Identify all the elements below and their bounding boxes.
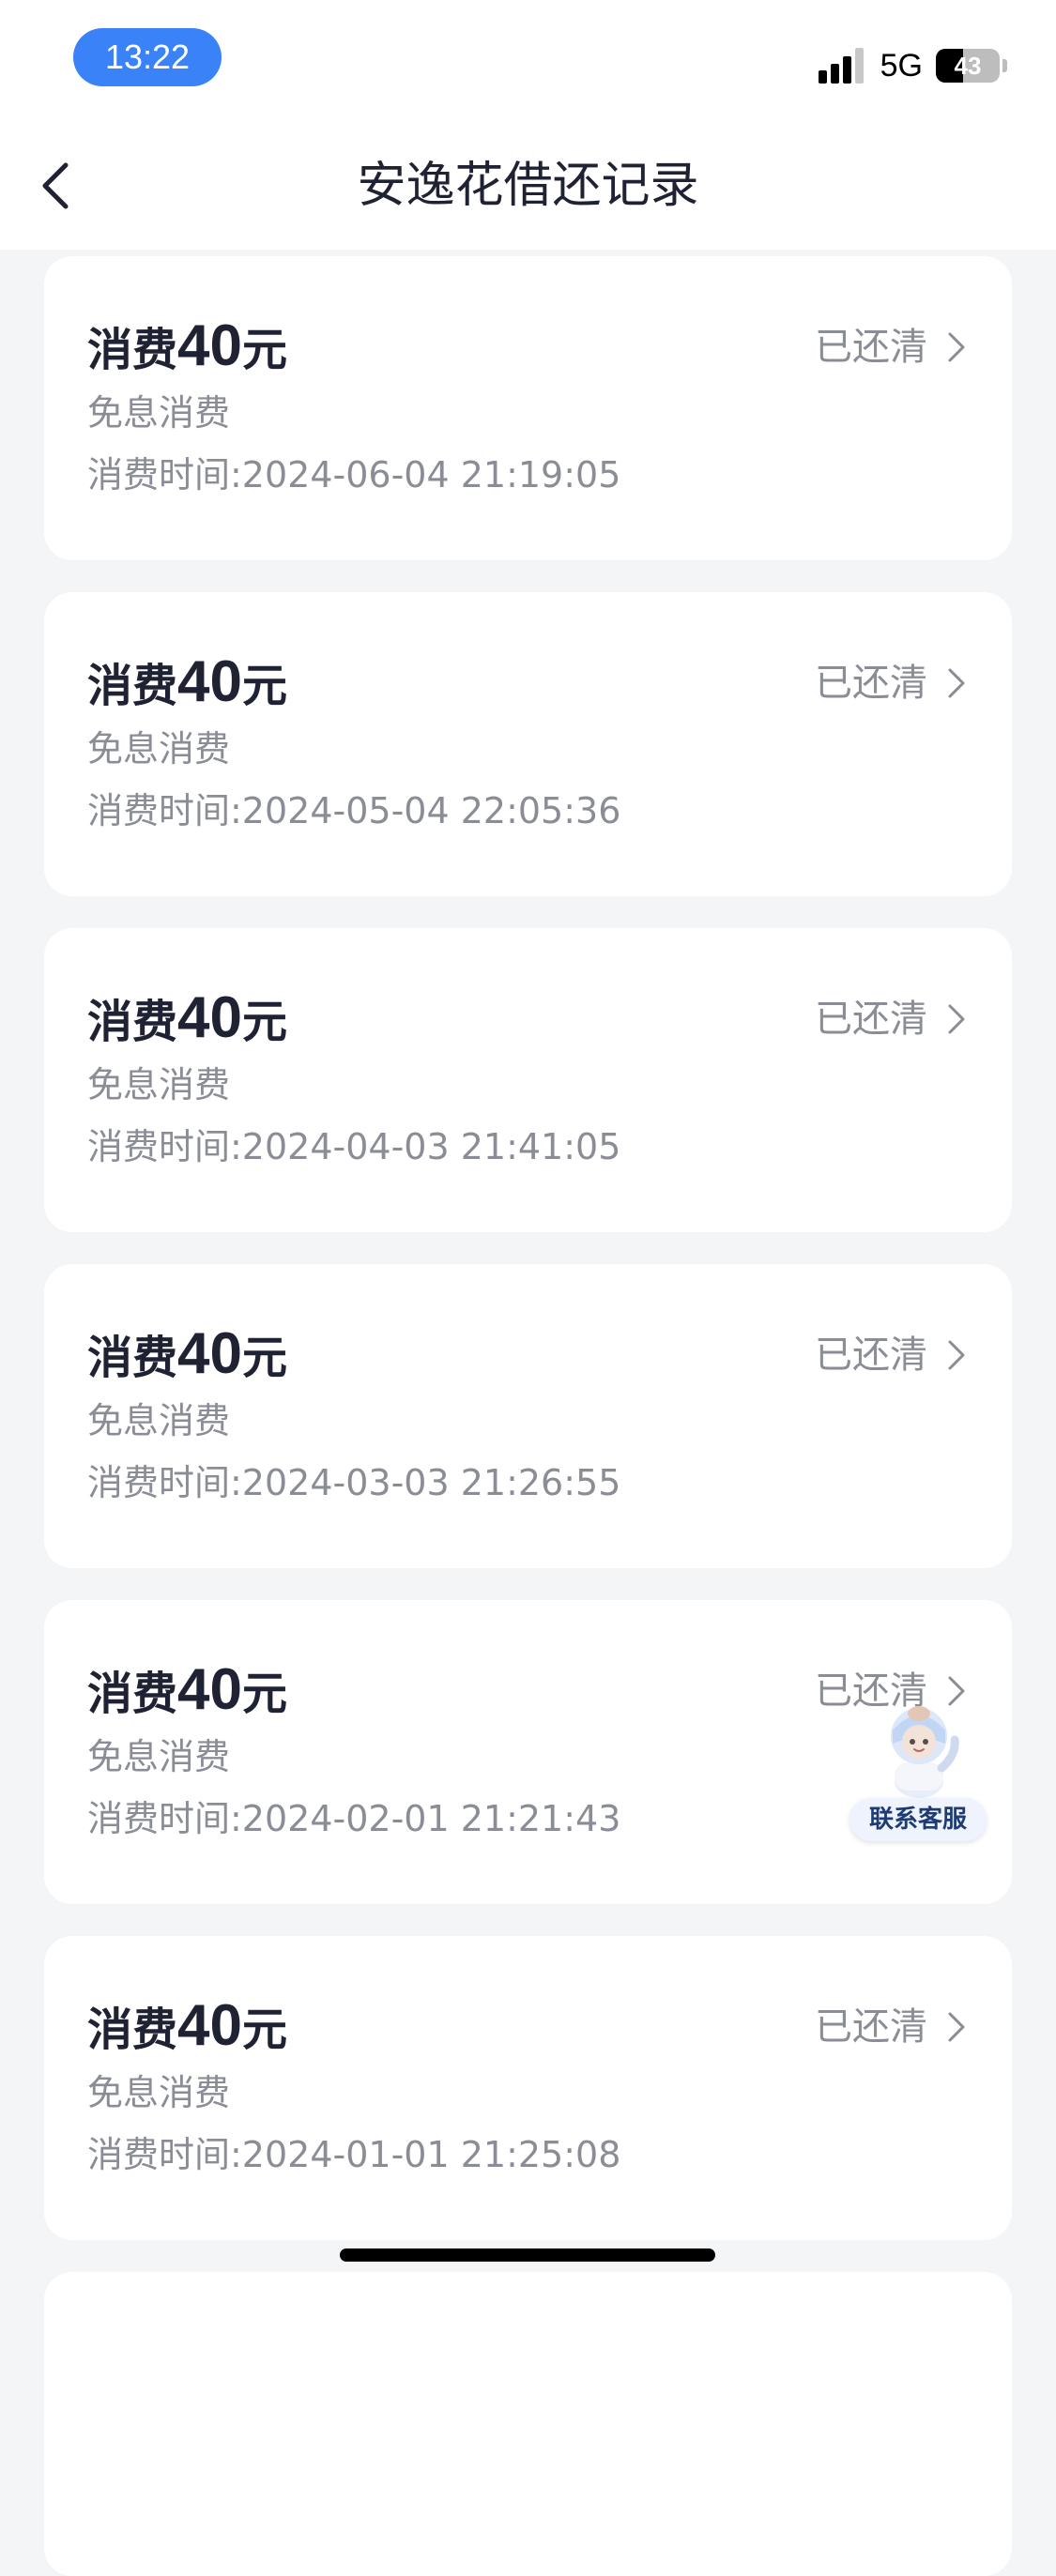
record-status-label: 已还清 [815,998,927,1041]
status-bar: 13:22 5G 43 [0,0,1056,122]
record-title-prefix: 消费 [87,996,178,1048]
chevron-right-icon [948,1340,965,1370]
record-status[interactable]: 已还清 [815,1332,967,1379]
record-time: 消费时间:2024-01-01 21:25:08 [87,2134,621,2175]
status-indicators: 5G 43 [818,47,1007,84]
record-title: 消费40元 [87,1325,287,1386]
record-card[interactable]: 消费40元 已还清 免息消费 消费时间:2024-04-03 21:41:05 [44,928,1012,1232]
record-time: 消费时间:2024-05-04 22:05:36 [87,790,621,831]
record-type: 免息消费 [87,1400,231,1441]
record-title-prefix: 消费 [87,1332,178,1384]
record-unit: 元 [241,1332,287,1384]
record-title-prefix: 消费 [87,660,178,712]
record-amount: 40 [177,649,242,714]
battery-icon: 43 [936,49,1000,83]
record-title-prefix: 消费 [87,2004,178,2056]
record-status[interactable]: 已还清 [815,996,967,1043]
record-status[interactable]: 已还清 [815,660,967,707]
customer-service-label: 联系客服 [849,1798,987,1841]
record-amount: 40 [177,1321,242,1386]
record-title: 消费40元 [87,1997,287,2058]
chevron-right-icon [948,2012,965,2042]
record-card[interactable]: 消费40元 已还清 免息消费 消费时间:2024-06-04 21:19:05 [44,256,1012,560]
record-time: 消费时间:2024-02-01 21:21:43 [87,1798,621,1839]
cellular-signal-icon [818,48,864,84]
record-amount: 40 [177,313,242,378]
record-unit: 元 [241,1668,287,1720]
record-amount: 40 [177,1657,242,1722]
record-unit: 元 [241,660,287,712]
record-status-label: 已还清 [815,662,927,705]
home-indicator [340,2248,715,2262]
chevron-right-icon [948,332,965,362]
record-status[interactable]: 已还清 [815,2004,967,2050]
record-card[interactable]: 消费40元 已还清 免息消费 消费时间:2024-01-01 21:25:08 [44,1936,1012,2240]
record-card[interactable]: 消费40元 已还清 免息消费 消费时间:2024-03-03 21:26:55 [44,1264,1012,1568]
record-type: 免息消费 [87,1736,231,1777]
page-title: 安逸花借还记录 [357,158,699,214]
record-status-label: 已还清 [815,2005,927,2049]
record-type: 免息消费 [87,1064,231,1105]
chevron-left-icon[interactable] [28,156,88,216]
record-card[interactable]: 消费40元 已还清 免息消费 消费时间:2024-05-04 22:05:36 [44,592,1012,896]
nav-bar: 安逸花借还记录 [0,122,1056,250]
record-amount: 40 [177,1993,242,2058]
record-title-prefix: 消费 [87,324,178,376]
record-time: 消费时间:2024-03-03 21:26:55 [87,1462,621,1503]
record-unit: 元 [241,2004,287,2056]
record-status[interactable]: 已还清 [815,324,967,371]
chevron-right-icon [948,668,965,698]
network-type: 5G [880,47,923,84]
record-type: 免息消费 [87,392,231,434]
record-status-label: 已还清 [815,1334,927,1377]
battery-level: 43 [954,52,982,80]
chevron-right-icon [948,1004,965,1034]
record-unit: 元 [241,324,287,376]
record-status-label: 已还清 [815,326,927,369]
record-time: 消费时间:2024-04-03 21:41:05 [87,1126,621,1167]
record-time: 消费时间:2024-06-04 21:19:05 [87,454,621,495]
record-title: 消费40元 [87,989,287,1050]
record-card-partial[interactable] [44,2272,1012,2576]
record-title: 消费40元 [87,1661,287,1722]
record-title: 消费40元 [87,317,287,378]
record-amount: 40 [177,985,242,1050]
record-title-prefix: 消费 [87,1668,178,1720]
record-type: 免息消费 [87,728,231,770]
customer-service-button[interactable]: 联系客服 [849,1699,990,1841]
record-type: 免息消费 [87,2072,231,2113]
battery-cap [1002,59,1007,72]
mascot-icon [891,1706,959,1798]
record-title: 消费40元 [87,653,287,714]
status-time: 13:22 [73,28,222,86]
record-unit: 元 [241,996,287,1048]
